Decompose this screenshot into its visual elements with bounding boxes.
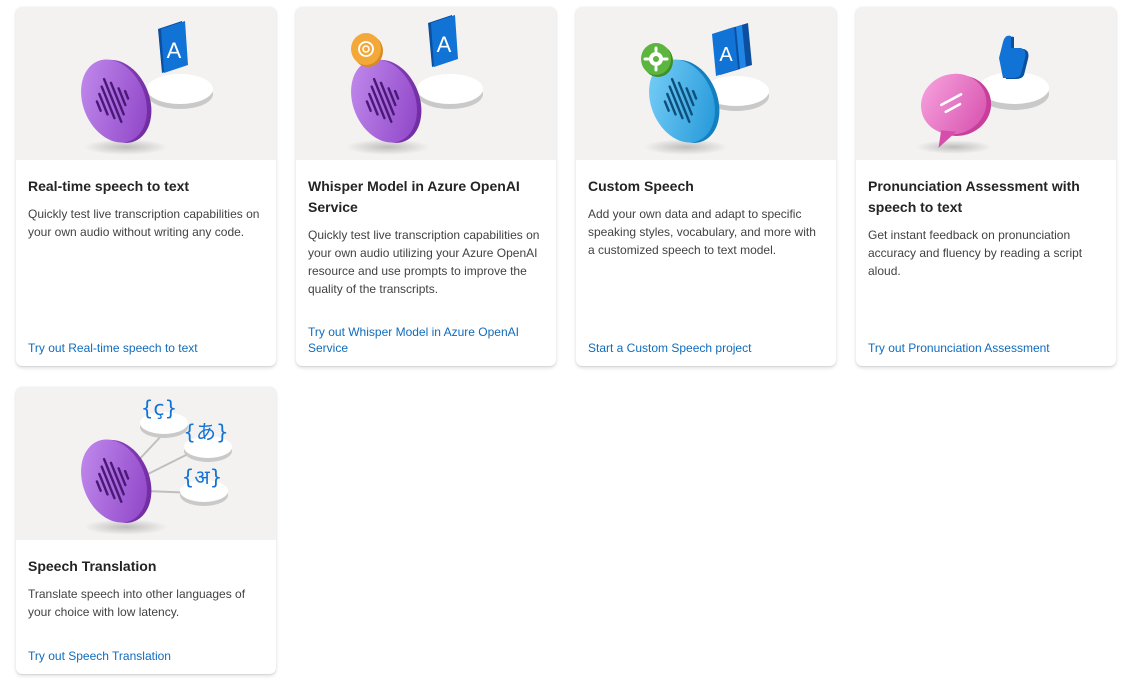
audio-wave-disc-icon	[81, 59, 152, 143]
svg-text:A: A	[719, 44, 733, 66]
speech-bubble-icon	[920, 73, 992, 148]
card-pronunciation-assessment[interactable]: Pronunciation Assessment with speech to …	[856, 7, 1116, 366]
try-speech-translation-link[interactable]: Try out Speech Translation	[28, 648, 264, 664]
letter-a-icon: A	[428, 15, 458, 67]
openai-badge-icon	[351, 33, 383, 67]
card-title: Whisper Model in Azure OpenAI Service	[308, 178, 520, 215]
svg-text:A: A	[167, 38, 182, 63]
card-title: Pronunciation Assessment with speech to …	[868, 178, 1080, 215]
card-description: Add your own data and adapt to specific …	[588, 207, 816, 257]
hiragana-glyph-icon: {あ}	[183, 420, 228, 444]
card-description: Translate speech into other languages of…	[28, 587, 246, 619]
card-illustration: A	[296, 7, 556, 160]
try-pronunciation-assessment-link[interactable]: Try out Pronunciation Assessment	[868, 340, 1104, 356]
try-whisper-model-link[interactable]: Try out Whisper Model in Azure OpenAI Se…	[308, 324, 544, 356]
audio-wave-disc-icon	[81, 439, 152, 523]
devanagari-glyph-icon: {अ}	[182, 465, 223, 489]
start-custom-speech-link[interactable]: Start a Custom Speech project	[588, 340, 824, 356]
card-illustration: A	[576, 7, 836, 160]
card-illustration: {ç} {あ} {अ}	[16, 387, 276, 540]
card-description: Quickly test live transcription capabili…	[308, 228, 540, 296]
card-title: Speech Translation	[28, 558, 157, 574]
card-real-time-speech-to-text[interactable]: A Real-time speech to text Quickly test …	[16, 7, 276, 366]
cedilla-glyph-icon: {ç}	[141, 396, 177, 420]
audio-wave-disc-icon	[351, 59, 422, 143]
try-real-time-speech-link[interactable]: Try out Real-time speech to text	[28, 340, 264, 356]
scenario-card-grid: A Real-time speech to text Quickly test …	[0, 0, 1126, 686]
card-description: Get instant feedback on pronunciation ac…	[868, 228, 1083, 278]
card-custom-speech[interactable]: A Custom Speech Add your own data and ad…	[576, 7, 836, 366]
card-speech-translation[interactable]: {ç} {あ} {अ} Speech Translation Translate…	[16, 387, 276, 674]
gear-icon	[641, 43, 673, 77]
card-title: Real-time speech to text	[28, 178, 190, 194]
card-illustration: A	[16, 7, 276, 160]
stacked-letter-tiles-icon: A	[712, 23, 752, 76]
card-description: Quickly test live transcription capabili…	[28, 207, 260, 239]
letter-a-icon: A	[158, 21, 188, 73]
card-illustration	[856, 7, 1116, 160]
card-whisper-model[interactable]: A Whisper Model in Azure OpenAI Service …	[296, 7, 556, 366]
svg-text:A: A	[437, 32, 452, 57]
thumbs-up-icon	[999, 35, 1029, 79]
card-title: Custom Speech	[588, 178, 694, 194]
